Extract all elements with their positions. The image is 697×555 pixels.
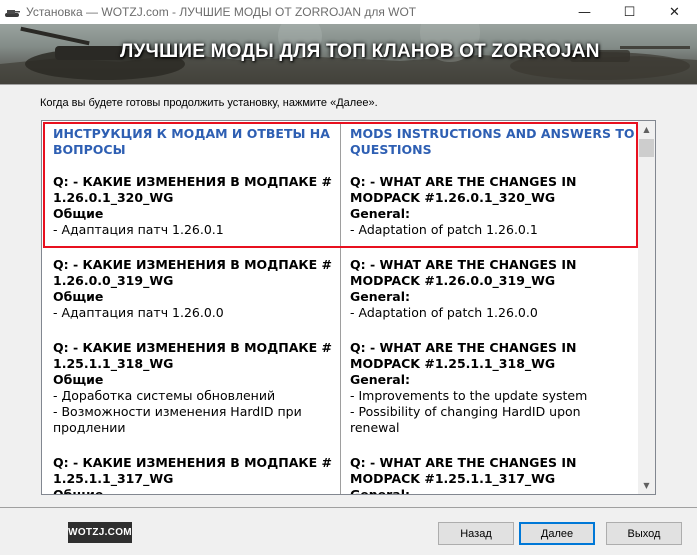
question-line: Q: - КАКИЕ ИЗМЕНЕНИЯ В МОДПАКЕ # [53,340,332,355]
question-line: MODPACK #1.25.1.1_317_WG [350,471,556,486]
close-button[interactable]: ✕ [652,0,697,24]
back-button[interactable]: Назад [438,522,514,545]
entry-cell-ru: Q: - КАКИЕ ИЗМЕНЕНИЯ В МОДПАКЕ # 1.25.1.… [44,337,341,452]
change-item: - Доработка системы обновлений [53,388,276,403]
section-label: Общие [53,487,104,495]
question-line: Q: - КАКИЕ ИЗМЕНЕНИЯ В МОДПАКЕ # [53,455,332,470]
question-line: Q: - КАКИЕ ИЗМЕНЕНИЯ В МОДПАКЕ # [53,257,332,272]
section-label: General: [350,372,410,387]
question-line: 1.26.0.1_320_WG [53,190,174,205]
header-cell-en: MODS INSTRUCTIONS AND ANSWERS TO QUESTIO… [341,123,638,254]
section-label: Общие [53,372,104,387]
vertical-scrollbar[interactable]: ▲ ▼ [638,121,655,494]
question-line: MODPACK #1.26.0.1_320_WG [350,190,556,205]
change-item: renewal [350,420,400,435]
question-line: Q: - WHAT ARE THE CHANGES IN [350,174,577,189]
question-line: 1.25.1.1_317_WG [53,471,174,486]
table-row: Q: - КАКИЕ ИЗМЕНЕНИЯ В МОДПАКЕ # 1.25.1.… [44,452,639,495]
section-label: General: [350,487,410,495]
info-table: ИНСТРУКЦИЯ К МОДАМ И ОТВЕТЫ НА ВОПРОСЫ Q… [44,123,639,495]
table-header-row: ИНСТРУКЦИЯ К МОДАМ И ОТВЕТЫ НА ВОПРОСЫ Q… [44,123,639,254]
window-title: Установка — WOTZJ.com - ЛУЧШИЕ МОДЫ ОТ Z… [26,5,417,19]
change-item: - Adaptation of patch 1.26.0.1 [350,222,538,237]
change-item: - Адаптация патч 1.26.0.1 [53,222,224,237]
entry-cell-en: Q: - WHAT ARE THE CHANGES IN MODPACK #1.… [341,254,638,337]
maximize-button[interactable]: ☐ [607,0,652,24]
table-row: Q: - КАКИЕ ИЗМЕНЕНИЯ В МОДПАКЕ # 1.26.0.… [44,254,639,337]
entry-cell-ru: Q: - КАКИЕ ИЗМЕНЕНИЯ В МОДПАКЕ # 1.25.1.… [44,452,341,495]
question-line: MODPACK #1.25.1.1_318_WG [350,356,556,371]
divider [0,84,697,85]
heading-en-line2: QUESTIONS [350,142,432,157]
header-cell-ru: ИНСТРУКЦИЯ К МОДАМ И ОТВЕТЫ НА ВОПРОСЫ Q… [44,123,341,254]
question-line: MODPACK #1.26.0.0_319_WG [350,273,556,288]
wotzj-logo: WOTZJ.COM [68,522,132,543]
change-item: - Adaptation of patch 1.26.0.0 [350,305,538,320]
title-bar: Установка — WOTZJ.com - ЛУЧШИЕ МОДЫ ОТ Z… [0,0,697,24]
info-memo[interactable]: ИНСТРУКЦИЯ К МОДАМ И ОТВЕТЫ НА ВОПРОСЫ Q… [41,120,656,495]
section-label: Общие [53,289,104,304]
change-item: - Possibility of changing HardID upon [350,404,581,419]
scroll-up-arrow-icon[interactable]: ▲ [638,121,655,138]
table-row: Q: - КАКИЕ ИЗМЕНЕНИЯ В МОДПАКЕ # 1.25.1.… [44,337,639,452]
installer-window: Установка — WOTZJ.com - ЛУЧШИЕ МОДЫ ОТ Z… [0,0,697,555]
question-line: Q: - WHAT ARE THE CHANGES IN [350,340,577,355]
banner-headline: ЛУЧШИЕ МОДЫ ДЛЯ ТОП КЛАНОВ ОТ ZORROJAN [120,41,600,62]
question-line: 1.26.0.0_319_WG [53,273,174,288]
entry-cell-en: Q: - WHAT ARE THE CHANGES IN MODPACK #1.… [341,337,638,452]
change-item: - Improvements to the update system [350,388,588,403]
entry-cell-en: Q: - WHAT ARE THE CHANGES IN MODPACK #1.… [341,452,638,495]
section-label: General: [350,289,410,304]
scroll-down-arrow-icon[interactable]: ▼ [638,477,655,494]
divider [0,507,697,508]
change-item: продлении [53,420,126,435]
change-item: - Возможности изменения HardID при [53,404,302,419]
entry-cell-ru: Q: - КАКИЕ ИЗМЕНЕНИЯ В МОДПАКЕ # 1.26.0.… [44,254,341,337]
next-button[interactable]: Далее [519,522,595,545]
heading-ru-line1: ИНСТРУКЦИЯ К МОДАМ И ОТВЕТЫ НА [53,126,330,141]
heading-en-line1: MODS INSTRUCTIONS AND ANSWERS TO [350,126,635,141]
question-line: 1.25.1.1_318_WG [53,356,174,371]
question-line: Q: - КАКИЕ ИЗМЕНЕНИЯ В МОДПАКЕ # [53,174,332,189]
section-label: Общие [53,206,104,221]
section-label: General: [350,206,410,221]
change-item: - Адаптация патч 1.26.0.0 [53,305,224,320]
scroll-thumb[interactable] [639,139,654,157]
question-line: Q: - WHAT ARE THE CHANGES IN [350,257,577,272]
instruction-text: Когда вы будете готовы продолжить устано… [40,97,378,109]
question-line: Q: - WHAT ARE THE CHANGES IN [350,455,577,470]
header-banner: ЛУЧШИЕ МОДЫ ДЛЯ ТОП КЛАНОВ ОТ ZORROJAN [0,24,697,84]
exit-button[interactable]: Выход [606,522,682,545]
minimize-button[interactable]: — [562,0,607,24]
tank-icon [4,6,20,18]
heading-ru-line2: ВОПРОСЫ [53,142,126,157]
